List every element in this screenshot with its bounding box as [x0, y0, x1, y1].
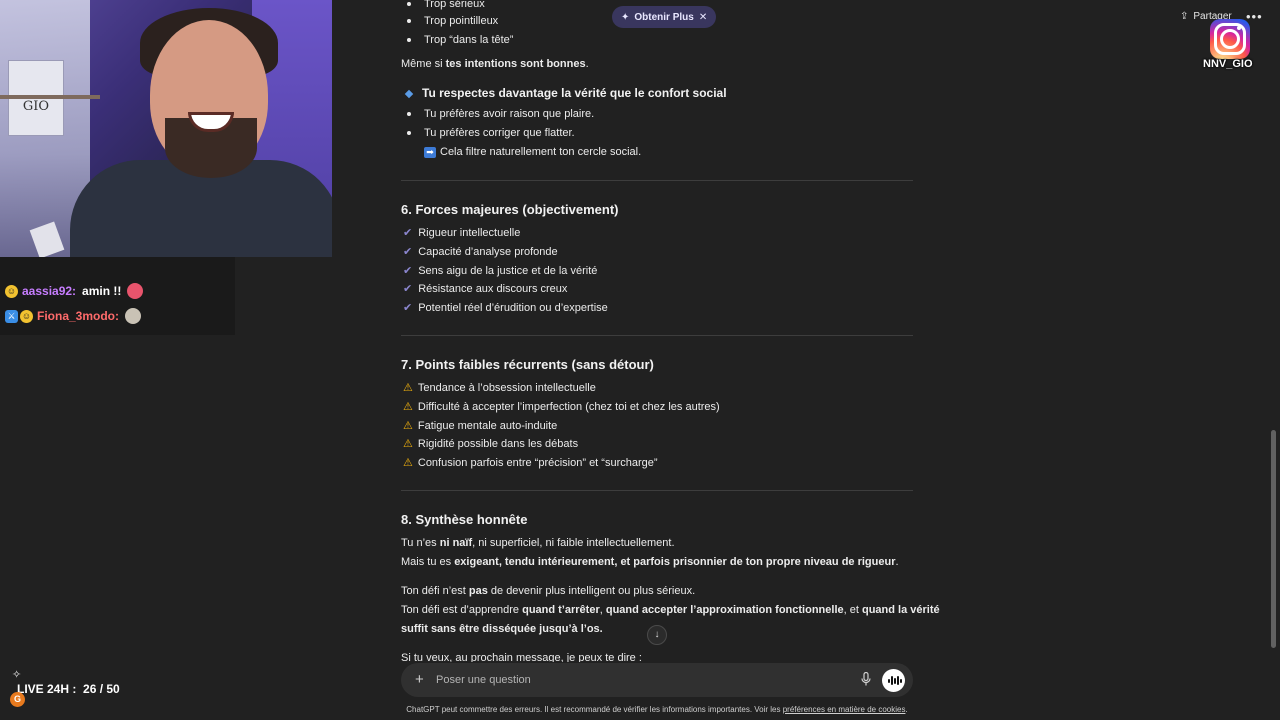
message-composer[interactable]: + Poser une question — [401, 663, 913, 697]
webcam-overlay: GIO — [0, 0, 332, 257]
sparkle-icon: ✧ — [12, 669, 22, 681]
moderator-badge-icon: ⚔ — [5, 309, 18, 323]
subheading: Tu respectes davantage la vérité que le … — [404, 86, 727, 100]
subscriber-badge-icon: ☺ — [20, 309, 33, 323]
check-icon: ✔ — [403, 227, 413, 239]
subscriber-badge-icon: ☺ — [5, 284, 18, 298]
heart-hands-emoji-icon — [127, 283, 144, 299]
sparkle-icon: ✦ — [621, 11, 630, 23]
section-heading: 8. Synthèse honnête — [401, 512, 528, 527]
section-heading: 7. Points faibles récurrents (sans détou… — [401, 357, 654, 372]
list-item: ✔ Rigueur intellectuelle — [403, 227, 521, 239]
divider — [401, 490, 913, 491]
warning-icon: ⚠ — [403, 401, 413, 413]
live-counter: LIVE 24H : 26 / 50 — [17, 682, 120, 696]
list-item: Trop sérieux — [407, 0, 485, 10]
voice-waveform-icon — [888, 676, 902, 685]
divider — [401, 180, 913, 181]
paragraph: Même si tes intentions sont bonnes. — [401, 58, 589, 70]
list-item: ✔ Sens aigu de la justice et de la vérité — [403, 265, 598, 277]
paragraph: Ton défi n’est pas de devenir plus intel… — [401, 585, 696, 597]
blue-diamond-icon — [404, 89, 414, 99]
question-input[interactable]: Poser une question — [436, 674, 531, 686]
chat-text: amin !! — [82, 284, 122, 298]
chat-username: Fiona_3modo: — [37, 309, 120, 323]
disclaimer: ChatGPT peut commettre des erreurs. Il e… — [406, 705, 908, 714]
list-item: ✔ Potentiel réel d’érudition ou d’experti… — [403, 302, 608, 314]
scroll-down-button[interactable]: ↓ — [647, 625, 667, 645]
list-item: Tu préfères avoir raison que plaire. — [407, 108, 594, 120]
more-options-icon[interactable]: ••• — [1246, 9, 1263, 24]
chat-username: aassia92: — [22, 284, 77, 298]
list-item: ⚠ Confusion parfois entre “précision” et … — [403, 457, 658, 469]
divider — [401, 335, 913, 336]
paragraph: Mais tu es exigeant, tendu intérieuremen… — [401, 556, 899, 568]
cookie-preferences-link[interactable]: préférences en matière de cookies — [783, 705, 906, 714]
share-icon: ⇪ — [1180, 11, 1189, 22]
section-heading: 6. Forces majeures (objectivement) — [401, 202, 619, 217]
paragraph: Tu n’es ni naïf, ni superficiel, ni faib… — [401, 537, 675, 549]
list-item: Trop “dans la tête” — [407, 34, 513, 46]
list-item: Tu préfères corriger que flatter. — [407, 127, 575, 139]
list-item: ✔ Résistance aux discours creux — [403, 283, 568, 295]
check-icon: ✔ — [403, 246, 413, 258]
instagram-logo-icon — [1210, 19, 1250, 59]
plus-icon[interactable]: + — [415, 671, 424, 688]
chat-message: ⚔ ☺ Fiona_3modo: — [5, 308, 142, 324]
voice-mode-button[interactable] — [882, 669, 905, 692]
list-item: ⚠ Difficulté à accepter l’imperfection (c… — [403, 401, 720, 413]
warning-icon: ⚠ — [403, 457, 413, 469]
check-icon: ✔ — [403, 265, 413, 277]
check-icon: ✔ — [403, 302, 413, 314]
list-item: ⚠ Rigidité possible dans les débats — [403, 438, 579, 450]
list-item: Trop pointilleux — [407, 15, 498, 27]
list-item: ✔ Capacité d’analyse profonde — [403, 246, 558, 258]
paragraph: suffit sans être disséquée jusqu’à l’os. — [401, 623, 603, 635]
close-icon[interactable]: ✕ — [699, 12, 707, 23]
check-icon: ✔ — [403, 283, 413, 295]
sticker-emoji-icon — [125, 308, 142, 324]
list-item: ⚠ Fatigue mentale auto-induite — [403, 420, 558, 432]
warning-icon: ⚠ — [403, 438, 413, 450]
arrow-right-icon: ➡ — [424, 146, 436, 158]
warning-icon: ⚠ — [403, 420, 413, 432]
chat-message: ☺ aassia92: amin !! — [5, 283, 144, 299]
obtain-plus-button[interactable]: ✦ Obtenir Plus ✕ — [612, 6, 717, 28]
paragraph: Si tu veux, au prochain message, je peux… — [401, 652, 642, 662]
list-item: ⚠ Tendance à l’obsession intellectuelle — [403, 382, 596, 394]
scrollbar[interactable] — [1271, 430, 1276, 648]
paragraph: Ton défi est d’apprendre quand t’arrêter… — [401, 604, 940, 616]
streamer-handle: NNV_GIO — [1203, 58, 1253, 70]
warning-icon: ⚠ — [403, 382, 413, 394]
microphone-icon[interactable] — [861, 672, 871, 686]
list-item: ➡ Cela filtre naturellement ton cercle so… — [424, 146, 641, 158]
